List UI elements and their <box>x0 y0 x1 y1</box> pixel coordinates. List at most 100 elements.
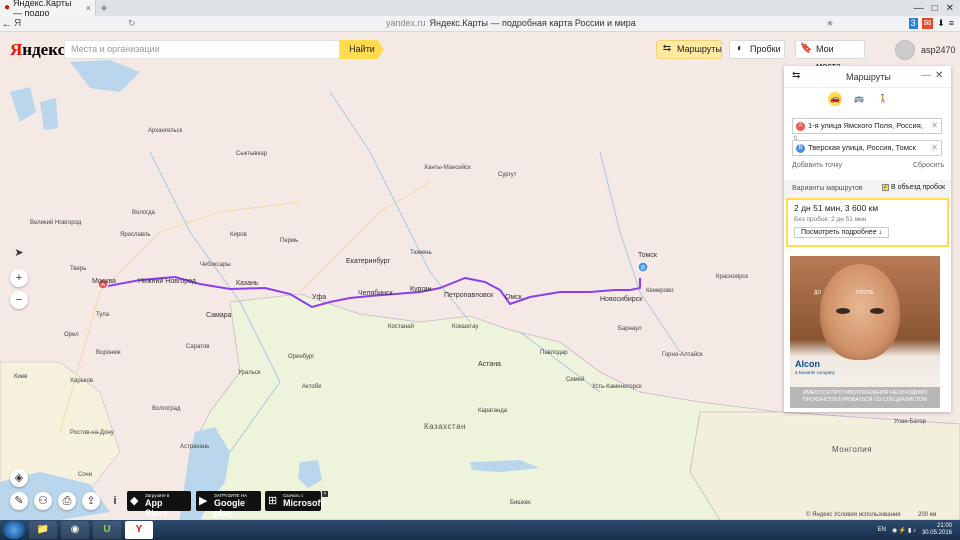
url-display[interactable]: yandex.ru Яндекс.Карты — подробная карта… <box>386 18 636 28</box>
extension-icon[interactable]: 3 <box>908 18 918 29</box>
menu-icon[interactable]: ≡ <box>949 18 954 29</box>
share-icon[interactable]: ⇪ <box>82 492 100 510</box>
downloads-icon[interactable]: ⬇ <box>937 18 945 29</box>
city-label: Сочи <box>78 472 93 478</box>
google-play-big: Google play <box>214 498 245 518</box>
url-domain: yandex.ru <box>386 18 426 28</box>
taskbar-chrome-icon[interactable]: ◉ <box>61 521 89 539</box>
mail-icon[interactable]: ✉ <box>921 18 934 29</box>
locate-icon[interactable]: ➤ <box>10 244 28 262</box>
bus-mode-icon[interactable]: 🚌 <box>852 92 866 106</box>
panorama-icon[interactable]: ⚇ <box>34 492 52 510</box>
yandex-logo[interactable]: Яндекс <box>10 40 65 60</box>
extension-icons: 3 ✉ ⬇ ≡ <box>908 18 960 29</box>
taskbar-explorer-icon[interactable]: 📁 <box>29 521 57 539</box>
search-input[interactable]: Места и организации <box>64 40 340 59</box>
route-result-sub: Без пробок: 2 дн 51 мин <box>794 216 867 223</box>
start-button[interactable] <box>3 521 25 539</box>
avatar[interactable] <box>895 40 915 60</box>
mongolia-region <box>689 411 960 520</box>
zoom-out-button[interactable]: − <box>10 291 28 309</box>
microsoft-store-badge[interactable]: ⊞ Скачать с Microsoft <box>265 491 324 511</box>
browser-tabbar: ● Яндекс.Карты — подро × + — □ ✕ <box>0 0 960 18</box>
city-label: Великий Новгород <box>30 220 82 226</box>
country-label: Монголия <box>832 445 873 454</box>
ob-river <box>329 91 471 323</box>
reset-link[interactable]: Сбросить <box>913 162 944 169</box>
system-tray: EN ◉ ⚡ ▮ ♪ 21:00 30.05.2016 <box>878 523 960 537</box>
taskbar-utorrent-icon[interactable]: U <box>93 521 121 539</box>
minimize-panel-button[interactable]: — <box>921 70 931 81</box>
info-icon[interactable]: i <box>106 492 124 510</box>
yandex-maps-favicon: ● <box>4 2 11 13</box>
close-window-button[interactable]: ✕ <box>946 3 954 14</box>
ad-warning: ИМЕЮТСЯ ПРОТИВОПОКАЗАНИЯ НЕОБХОДИМО ПРОК… <box>790 387 940 408</box>
tray-icons[interactable]: ◉ ⚡ ▮ ♪ <box>892 527 916 534</box>
window-controls: — □ ✕ <box>914 3 960 14</box>
search-button[interactable]: Найти <box>340 40 384 59</box>
lake-ladoga <box>10 87 36 122</box>
clear-b-icon[interactable]: ✕ <box>931 141 938 155</box>
routes-button[interactable]: ⇆ Маршруты <box>656 40 722 59</box>
username[interactable]: asp2470 <box>921 45 956 55</box>
point-a-field[interactable]: A 1-я улица Ямского Поля, Россия, ✕ <box>792 118 942 134</box>
bookmark-icon: 🔖 <box>800 43 813 54</box>
lake-onega <box>40 98 58 130</box>
walk-mode-icon[interactable]: 🚶 <box>876 92 890 106</box>
city-label: Сыктывкар <box>236 151 268 157</box>
google-play-badge[interactable]: ▶ ЗАГРУЗИТЕ НА Google play <box>196 491 261 518</box>
add-point-link[interactable]: Добавить точку <box>792 162 842 169</box>
copyright-text[interactable]: © Яндекс Условия использования <box>806 512 901 518</box>
ad-banner[interactable]: ДО ПОСЛЕ Alcon a Novartis company ИМЕЮТС… <box>790 256 940 408</box>
car-mode-icon[interactable]: 🚗 <box>828 92 842 106</box>
layers-icon[interactable]: ◈ <box>10 469 28 487</box>
city-label: Томск <box>638 252 657 259</box>
language-indicator[interactable]: EN <box>878 527 886 533</box>
city-label: Ханты-Мансийск <box>424 165 471 171</box>
city-label: Ростов-на-Дону <box>70 430 114 436</box>
city-label: Воронеж <box>96 350 121 356</box>
bypass-traffic-checkbox[interactable]: ✓ В объезд пробок <box>882 184 945 191</box>
logo-ya: Я <box>10 40 23 59</box>
tab-close-icon[interactable]: × <box>86 3 91 13</box>
my-places-button[interactable]: 🔖 Мои места <box>795 40 865 71</box>
browser-tab[interactable]: ● Яндекс.Карты — подро × <box>0 0 96 18</box>
city-label: Казань <box>236 280 259 287</box>
maximize-window-button[interactable]: □ <box>932 3 938 14</box>
point-b-value: Тверская улица, Россия, Томск <box>808 143 916 152</box>
back-button[interactable]: ← <box>0 18 14 30</box>
clear-a-icon[interactable]: ✕ <box>931 119 938 133</box>
details-button[interactable]: Посмотреть подробнее ↓ <box>794 227 890 238</box>
yandex-home-button[interactable]: Я <box>14 18 28 29</box>
badges-close-icon[interactable]: × <box>322 491 328 497</box>
city-label: Новосибирск <box>600 296 643 303</box>
ad-eye <box>836 308 850 314</box>
city-label: Пермь <box>280 238 299 244</box>
bookmark-star-icon[interactable]: ★ <box>826 18 834 29</box>
route-result-card[interactable]: 2 дн 51 мин, 3 600 км Без пробок: 2 дн 5… <box>786 198 949 247</box>
app-store-badge[interactable]: ◆ Загрузите в App Store <box>127 491 191 518</box>
clock[interactable]: 21:00 30.05.2016 <box>922 523 952 537</box>
refresh-icon[interactable]: ↻ <box>128 18 136 29</box>
windows-taskbar: 📁 ◉ U Y EN ◉ ⚡ ▮ ♪ 21:00 30.05.2016 <box>0 520 960 540</box>
address-bar: ← Я ↻ yandex.ru Яндекс.Карты — подробная… <box>0 16 960 32</box>
clock-time: 21:00 <box>936 523 952 529</box>
url-page-title: Яндекс.Карты — подробная карта России и … <box>429 18 636 28</box>
city-label: Уральск <box>238 370 261 376</box>
city-label: Вологда <box>132 210 155 216</box>
city-label: Кокшетау <box>452 324 479 330</box>
traffic-button[interactable]: ◐ Пробки <box>729 40 785 59</box>
taskbar-yandex-browser-icon[interactable]: Y <box>125 521 153 539</box>
point-b-field[interactable]: B Тверская улица, Россия, Томск ✕ <box>792 140 942 156</box>
city-label: Москва <box>92 278 116 285</box>
city-label: Тюмень <box>410 250 432 256</box>
bypass-traffic-label: В объезд пробок <box>891 184 946 191</box>
minimize-window-button[interactable]: — <box>914 3 924 14</box>
ruler-icon[interactable]: ✎ <box>10 492 28 510</box>
routes-button-label: Маршруты <box>677 44 722 54</box>
close-panel-button[interactable]: ✕ <box>935 70 943 81</box>
new-tab-button[interactable]: + <box>96 1 112 15</box>
zoom-in-button[interactable]: + <box>10 269 28 287</box>
print-icon[interactable]: ⎙ <box>58 492 76 510</box>
routes-icon: ⇆ <box>792 70 801 81</box>
